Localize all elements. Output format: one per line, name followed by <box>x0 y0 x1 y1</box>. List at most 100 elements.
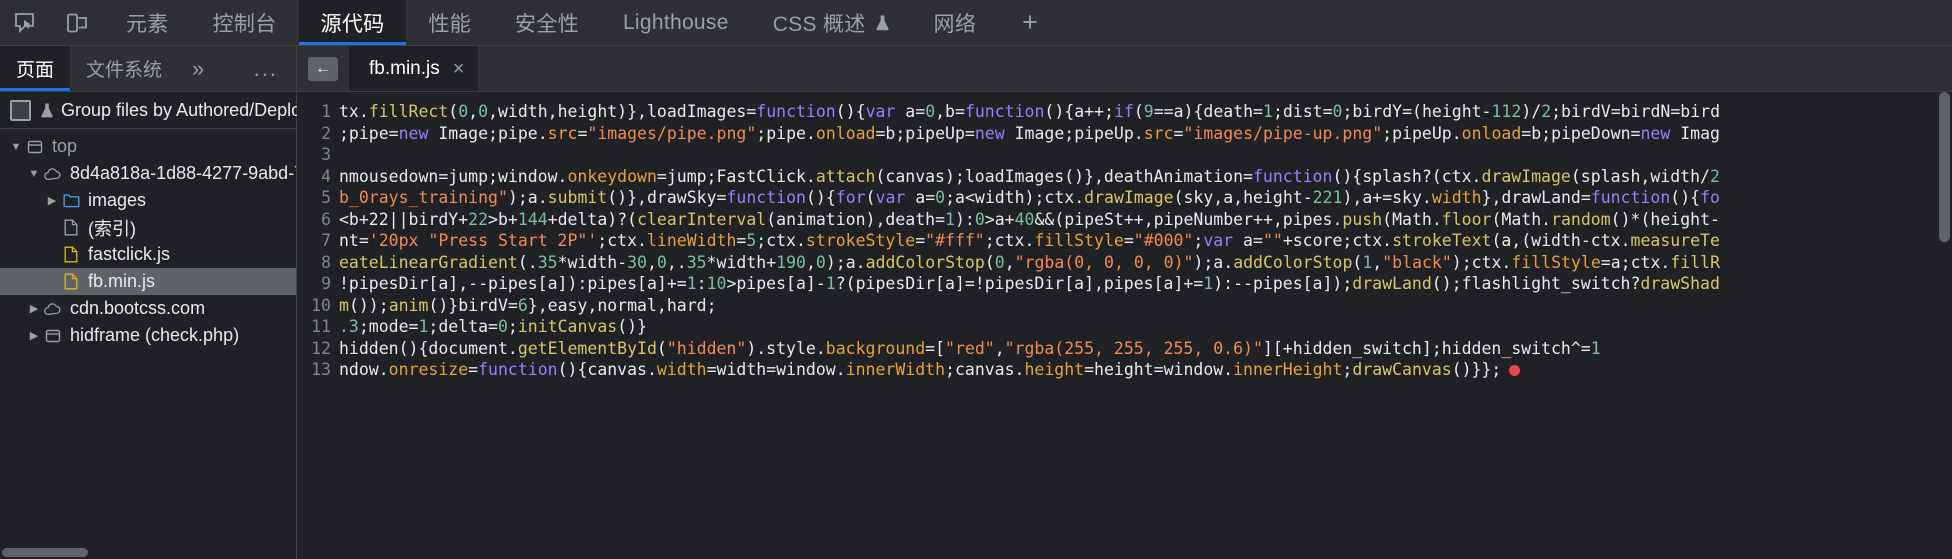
code-content[interactable]: tx.fillRect(0,0,width,height)},loadImage… <box>337 92 1952 559</box>
code-token: ( <box>656 338 667 358</box>
tree-row[interactable]: ▶ fb.min.js <box>0 268 296 295</box>
chevron-down-icon[interactable]: ▼ <box>8 141 24 153</box>
tab-network[interactable]: 网络 <box>912 0 999 45</box>
chevron-down-icon[interactable]: ▼ <box>26 168 42 180</box>
code-line[interactable] <box>339 144 1952 166</box>
code-line[interactable]: ;pipe=new Image;pipe.src="images/pipe.pn… <box>339 123 1952 145</box>
code-token: "rgba(255, 255, 255, 0.6)" <box>1004 338 1263 358</box>
scrollbar-thumb[interactable] <box>1939 92 1950 242</box>
code-token: 190 <box>776 252 806 272</box>
tab-console[interactable]: 控制台 <box>191 0 299 45</box>
more-options-icon[interactable]: ... <box>236 46 296 91</box>
code-token: a= <box>1233 231 1263 250</box>
show-navigator-icon[interactable]: ← <box>297 46 349 91</box>
chevron-double-right-icon[interactable]: » <box>178 46 218 91</box>
code-token: function <box>1252 166 1333 186</box>
code-token: onload <box>815 123 876 143</box>
code-token: 0 <box>478 102 489 121</box>
code-line[interactable]: <b+22||birdY+22>b+144+delta)?(clearInter… <box>339 209 1952 231</box>
tree-item-label: hidframe (check.php) <box>70 325 240 345</box>
code-token: strokeText <box>1392 231 1492 250</box>
code-editor[interactable]: 1 2 3 4 5 6 7 8 9 10 11 12 13 tx.fillRec… <box>297 92 1952 559</box>
code-token: 9 <box>1143 102 1154 121</box>
tab-performance[interactable]: 性能 <box>406 0 493 45</box>
code-token: new <box>398 123 429 143</box>
code-token: );a. <box>1193 252 1234 272</box>
code-token: (. <box>517 252 538 272</box>
code-token: ;pipe= <box>339 123 399 143</box>
code-token: width <box>656 360 707 379</box>
code-line[interactable]: m());anim()}birdV=6},easy,normal,hard; <box>339 295 1952 317</box>
tree-row[interactable]: ▶ fastclick.js <box>0 241 296 268</box>
code-line[interactable]: ndow.onresize=function(){canvas.width=wi… <box>339 359 1952 381</box>
code-token: clearInterval <box>637 209 767 229</box>
tab-lighthouse[interactable]: Lighthouse <box>601 0 751 45</box>
code-token: drawCanvas <box>1352 360 1452 379</box>
navigator-horizontal-scrollbar[interactable] <box>0 546 296 559</box>
script-icon <box>60 246 82 263</box>
code-token: 221 <box>1312 188 1343 207</box>
code-token: (Math. <box>1382 209 1442 229</box>
code-token: ; <box>1193 231 1204 250</box>
group-files-row[interactable]: Group files by Authored/Deployed <box>0 92 330 129</box>
close-icon[interactable]: × <box>453 59 465 79</box>
code-token: 2 <box>1709 166 1720 186</box>
code-line[interactable]: tx.fillRect(0,0,width,height)},loadImage… <box>339 101 1952 123</box>
chevron-right-icon[interactable]: ▶ <box>26 302 42 315</box>
code-token: src <box>1143 123 1174 143</box>
tree-spacer: ▶ <box>44 275 60 288</box>
tree-row[interactable]: ▶ (索引) <box>0 214 296 241</box>
scrollbar-thumb[interactable] <box>2 548 88 557</box>
tree-row[interactable]: ▶ images <box>0 187 296 214</box>
error-dot[interactable] <box>1509 365 1521 376</box>
code-token: "black" <box>1382 252 1452 272</box>
tab-security[interactable]: 安全性 <box>493 0 601 45</box>
chevron-right-icon[interactable]: ▶ <box>26 329 42 342</box>
navigator-tab-page[interactable]: 页面 <box>0 46 71 91</box>
file-tab-fb-min-js[interactable]: fb.min.js × <box>349 46 479 91</box>
code-token: (Math. <box>1491 209 1552 229</box>
code-token: new <box>1640 123 1671 143</box>
code-token: b_0rays_training" <box>339 188 508 207</box>
tree-row[interactable]: ▼ top <box>0 133 296 160</box>
tab-css-overview[interactable]: CSS 概述 <box>751 0 912 45</box>
code-token: (); <box>1431 274 1462 293</box>
tab-elements[interactable]: 元素 <box>104 0 191 45</box>
group-files-checkbox[interactable] <box>10 99 31 121</box>
navigator-tab-filesystem[interactable]: 文件系统 <box>70 46 178 91</box>
code-token: || <box>388 209 409 229</box>
tree-row[interactable]: ▶ hidframe (check.php) <box>0 322 296 349</box>
code-line[interactable]: hidden(){document.getElementById("hidden… <box>339 338 1952 360</box>
show-navigator-button[interactable]: ← <box>308 56 338 81</box>
add-tab-button[interactable]: + <box>998 0 1062 45</box>
code-token: 0 <box>994 252 1005 272</box>
tree-row[interactable]: ▼ 8d4a818a-1d88-4277-9abd-73c <box>0 160 296 187</box>
code-line[interactable]: nmousedown=jump;window.onkeydown=jump;Fa… <box>339 166 1952 188</box>
code-token: ( <box>865 188 876 207</box>
tab-sources[interactable]: 源代码 <box>298 0 407 45</box>
code-token: nmousedown=jump;window. <box>339 166 568 186</box>
navigator-tabbar-spacer <box>218 46 235 91</box>
line-number: 6 <box>321 209 331 229</box>
cloud-icon <box>42 167 64 181</box>
code-line[interactable]: eateLinearGradient(.35*width-30,0,.35*wi… <box>339 252 1952 274</box>
code-token: (){ <box>1670 188 1701 207</box>
line-number: 4 <box>321 166 331 186</box>
editor-vertical-scrollbar[interactable] <box>1937 92 1952 559</box>
code-token: flashlight_switch <box>1461 274 1631 293</box>
code-token: drawImage <box>1481 166 1571 186</box>
code-token: var <box>1203 231 1234 250</box>
inspect-cursor-icon[interactable] <box>0 0 52 45</box>
code-line[interactable]: b_0rays_training");a.submit()},drawSky=f… <box>339 187 1952 209</box>
code-token: initCanvas <box>517 317 618 336</box>
code-line[interactable]: nt='20px "Press Start 2P"';ctx.lineWidth… <box>339 230 1952 252</box>
line-number: 11 <box>311 317 331 336</box>
device-toolbar-icon[interactable] <box>52 0 104 45</box>
code-token: ( <box>448 102 459 121</box>
tree-row[interactable]: ▶ cdn.bootcss.com <box>0 295 296 322</box>
code-token: fillRect <box>368 102 449 121</box>
code-line[interactable]: .3;mode=1;delta=0;initCanvas()} <box>339 316 1952 338</box>
code-token: new <box>974 123 1005 143</box>
code-line[interactable]: !pipesDir[a],--pipes[a]):pipes[a]+=1:10>… <box>339 273 1952 295</box>
chevron-right-icon[interactable]: ▶ <box>44 194 60 207</box>
